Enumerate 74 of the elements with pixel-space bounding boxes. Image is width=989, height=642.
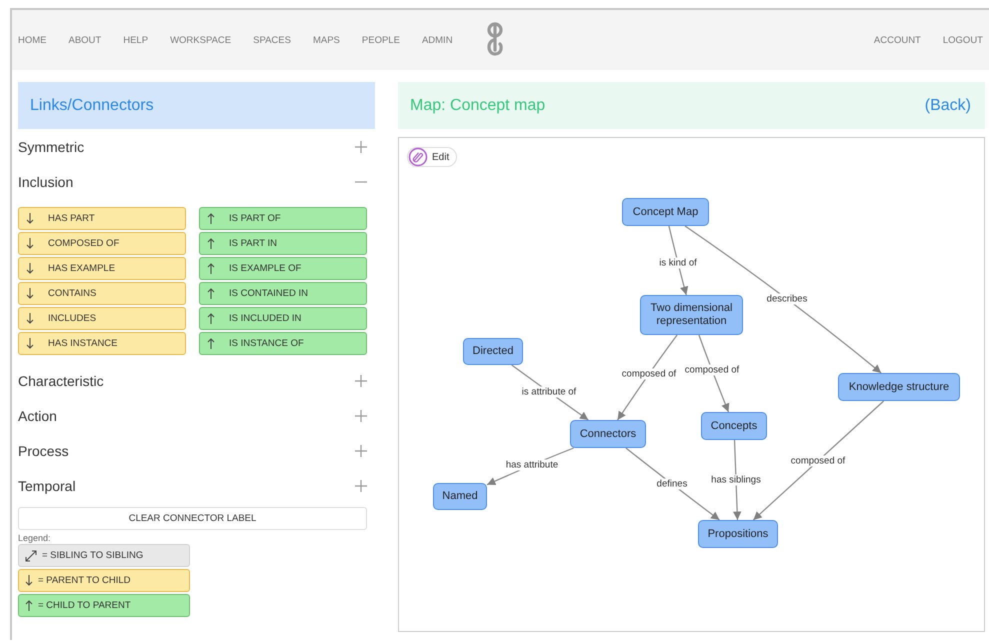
connector-button[interactable]: INCLUDES: [18, 307, 186, 330]
link-label: describes: [766, 294, 808, 304]
legend-label: = SIBLING TO SIBLING: [42, 550, 144, 561]
expand-icon: [355, 410, 367, 422]
nav-link[interactable]: LOGOUT: [942, 34, 983, 46]
arrow-up-icon: [207, 263, 215, 274]
category-toggle[interactable]: Characteristic: [18, 363, 367, 398]
connector-button[interactable]: IS PART IN: [199, 232, 367, 255]
concept-node[interactable]: Propositions: [698, 520, 778, 548]
expand-icon: [355, 444, 367, 456]
arrow-up-icon: [207, 213, 215, 224]
category-toggle[interactable]: Temporal: [18, 468, 367, 503]
arrow-down-icon: [25, 575, 33, 586]
arrow-down-icon: [26, 213, 34, 224]
link-label: is kind of: [658, 258, 698, 268]
arrow-up-icon: [25, 600, 33, 611]
expand-icon: [355, 480, 367, 492]
expand-icon: [355, 374, 367, 386]
nav-link[interactable]: WORKSPACE: [170, 34, 232, 46]
link-label: composed of: [790, 456, 846, 466]
link-label: is attribute of: [520, 386, 578, 398]
category-toggle[interactable]: Inclusion: [18, 164, 367, 199]
concept-node[interactable]: Concept Map: [622, 198, 709, 226]
nav-link[interactable]: MAPS: [312, 34, 340, 46]
nav-link[interactable]: HELP: [123, 34, 148, 46]
link-label: has siblings: [710, 474, 762, 486]
category-toggle[interactable]: Action: [18, 398, 367, 433]
connector-button[interactable]: HAS INSTANCE: [18, 332, 186, 355]
connector-button[interactable]: IS CONTAINED IN: [199, 282, 367, 305]
legend-label: = CHILD TO PARENT: [38, 600, 131, 611]
connector-button[interactable]: HAS PART: [18, 207, 186, 230]
concept-node[interactable]: Named: [433, 483, 487, 510]
nav-link[interactable]: HOME: [18, 34, 46, 46]
nav-link[interactable]: PEOPLE: [362, 34, 400, 46]
legend-title: Legend:: [18, 533, 52, 543]
arrow-down-icon: [26, 288, 34, 299]
logo-icon[interactable]: [484, 22, 505, 58]
arrow-up-icon: [207, 288, 215, 299]
map-title: Map: Concept map: [410, 96, 546, 114]
nav-link[interactable]: ABOUT: [68, 34, 102, 46]
concept-node[interactable]: Concepts: [701, 412, 767, 440]
concept-node[interactable]: Two dimensional representation: [640, 295, 743, 335]
diagonal-arrow-icon: [25, 550, 37, 562]
connector-button[interactable]: IS EXAMPLE OF: [199, 257, 367, 280]
arrow-up-icon: [207, 313, 215, 324]
arrow-down-icon: [26, 338, 34, 349]
nav-link[interactable]: ADMIN: [422, 34, 453, 46]
connector-button[interactable]: CONTAINS: [18, 282, 186, 305]
arrow-up-icon: [207, 338, 215, 349]
arrow-down-icon: [26, 238, 34, 249]
concept-node[interactable]: Connectors: [570, 420, 646, 448]
concept-node[interactable]: Directed: [463, 338, 523, 365]
panel-title: Links/Connectors: [30, 96, 154, 114]
category-toggle[interactable]: Symmetric: [18, 129, 367, 164]
category-toggle[interactable]: Process: [18, 433, 367, 468]
nav-link[interactable]: SPACES: [253, 34, 291, 46]
legend-label: = PARENT TO CHILD: [38, 575, 130, 586]
connector-button[interactable]: IS PART OF: [199, 207, 367, 230]
nav-link[interactable]: ACCOUNT: [874, 34, 921, 46]
arrow-down-icon: [26, 263, 34, 274]
clear-label-button[interactable]: CLEAR CONNECTOR LABEL: [18, 507, 367, 530]
link-label: composed of: [620, 368, 678, 380]
arrow-up-icon: [207, 238, 215, 249]
link-label: has attribute: [504, 460, 560, 470]
connector-button[interactable]: COMPOSED OF: [18, 232, 186, 255]
expand-icon: [355, 140, 367, 152]
link-label: composed of: [684, 364, 740, 376]
edit-button[interactable]: Edit: [407, 147, 458, 167]
arrow-down-icon: [26, 313, 34, 324]
link-label: defines: [656, 478, 688, 490]
concept-node[interactable]: Knowledge structure: [838, 373, 960, 401]
connector-button[interactable]: IS INCLUDED IN: [199, 307, 367, 330]
connector-button[interactable]: HAS EXAMPLE: [18, 257, 186, 280]
connector-button[interactable]: IS INSTANCE OF: [199, 332, 367, 355]
